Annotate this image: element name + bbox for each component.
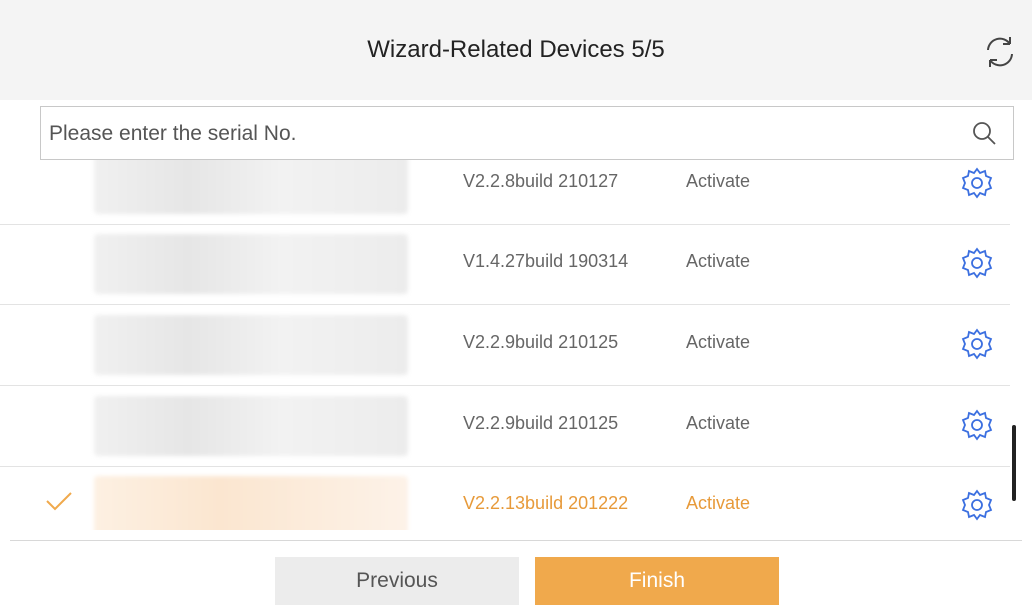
gear-icon[interactable] <box>960 488 994 522</box>
device-status: Activate <box>686 171 751 191</box>
serial-search-box <box>40 106 1014 161</box>
footer-bar: Previous Finish <box>10 540 1022 616</box>
device-row[interactable]: V2.2.13build 201222 Activate <box>0 466 1010 530</box>
gear-icon[interactable] <box>960 166 994 200</box>
device-status: Activate <box>686 413 751 433</box>
device-version: V2.2.8build 210127 <box>463 171 619 191</box>
serial-search-input[interactable] <box>47 107 951 161</box>
device-row[interactable]: V2.2.9build 210125 Activate <box>0 386 1010 467</box>
device-row[interactable]: V2.2.8build 210127 Activate <box>0 160 1010 225</box>
header-bar: Wizard-Related Devices 5/5 <box>0 0 1032 100</box>
device-version: V2.2.13build 201222 <box>463 493 629 513</box>
device-list: V2.2.8build 210127 Activate V1.4.27build… <box>0 160 1032 530</box>
device-thumbnail <box>94 396 408 456</box>
page-title: Wizard-Related Devices 5/5 <box>367 36 665 63</box>
previous-button[interactable]: Previous <box>275 557 519 605</box>
device-version: V2.2.9build 210125 <box>463 413 619 433</box>
device-status: Activate <box>686 493 751 513</box>
gear-icon[interactable] <box>960 408 994 442</box>
refresh-icon <box>987 37 1013 67</box>
gear-icon[interactable] <box>960 246 994 280</box>
device-thumbnail <box>94 234 408 294</box>
device-row[interactable]: V1.4.27build 190314 Activate <box>0 224 1010 305</box>
search-icon[interactable] <box>971 120 997 146</box>
device-status: Activate <box>686 332 751 352</box>
device-row[interactable]: V2.2.9build 210125 Activate <box>0 305 1010 386</box>
device-status: Activate <box>686 251 751 271</box>
device-version: V2.2.9build 210125 <box>463 332 619 352</box>
list-scrollbar[interactable] <box>1012 425 1016 501</box>
checkmark-icon[interactable] <box>44 490 74 512</box>
finish-button[interactable]: Finish <box>535 557 779 605</box>
device-thumbnail <box>94 315 408 375</box>
device-thumbnail <box>94 160 408 214</box>
gear-icon[interactable] <box>960 327 994 361</box>
refresh-button[interactable] <box>978 30 1022 74</box>
device-version: V1.4.27build 190314 <box>463 251 629 271</box>
device-thumbnail <box>94 476 408 530</box>
